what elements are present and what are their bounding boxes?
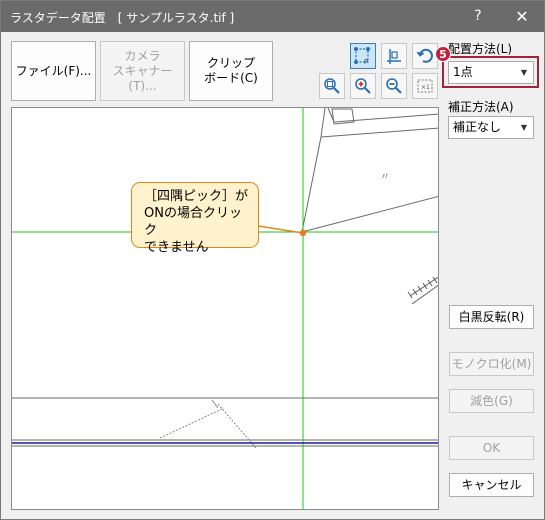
zoom-window-button[interactable] — [319, 73, 345, 99]
raster-preview-canvas[interactable]: 〃 — [11, 107, 439, 510]
base-point-icon — [387, 49, 401, 64]
four-corner-pick-button[interactable]: P — [350, 43, 376, 69]
four-corner-pick-icon: P — [354, 47, 370, 66]
window-title: ラスタデータ配置 [ サンプルラスタ.tif ] — [10, 11, 235, 25]
file-button-label: ファイル(F)... — [15, 63, 92, 78]
close-button[interactable]: ✕ — [500, 1, 544, 32]
clipboard-button[interactable]: クリップ ボード(C) — [189, 41, 273, 101]
correction-method-value: 補正なし — [453, 120, 502, 134]
correction-method-select[interactable]: 補正なし ▼ — [448, 116, 534, 139]
reduce-colors-button[interactable]: 減色(G) — [449, 389, 534, 413]
zoom-in-icon — [355, 78, 371, 94]
invert-bw-button[interactable]: 白黒反転(R) — [449, 305, 534, 329]
base-point-button[interactable] — [381, 43, 407, 69]
file-button[interactable]: ファイル(F)... — [11, 41, 96, 101]
correction-method-label: 補正方法(A) — [448, 100, 514, 114]
title-bar: ラスタデータ配置 [ サンプルラスタ.tif ] ? ✕ — [1, 1, 544, 32]
dimension-text-strokes — [159, 399, 257, 449]
undo-button[interactable] — [412, 43, 438, 69]
camera-scanner-button[interactable]: カメラ スキャナー(T)... — [100, 41, 185, 101]
zoom-all-button[interactable]: ×1 — [412, 73, 438, 99]
crosshair — [12, 108, 438, 509]
callout-note: ［四隅ピック］が ONの場合クリック できません — [131, 182, 259, 255]
placement-highlight-frame — [442, 56, 539, 88]
clipboard-button-label-line1: クリップ — [206, 56, 255, 70]
callout-line3: できません — [144, 240, 209, 255]
camera-button-label-line2: スキャナー(T)... — [112, 63, 173, 93]
zoom-out-button[interactable] — [381, 73, 407, 99]
placement-method-label: 配置方法(L) — [448, 42, 513, 56]
clipboard-button-label-line2: ボード(C) — [204, 71, 258, 85]
camera-button-label-line1: カメラ — [124, 48, 161, 63]
hatch-pattern — [407, 276, 438, 305]
callout-line2: ONの場合クリック — [144, 206, 242, 238]
drawing-mark: 〃 — [380, 172, 390, 183]
monochrome-button[interactable]: モノクロ化(M) — [449, 352, 534, 376]
undo-icon — [416, 48, 433, 63]
zoom-in-button[interactable] — [350, 73, 376, 99]
chevron-down-icon: ▼ — [520, 123, 527, 132]
help-button[interactable]: ? — [456, 1, 500, 32]
zoom-out-icon — [386, 78, 402, 94]
pick-point-marker — [299, 229, 307, 237]
raster-drawing: 〃 — [12, 108, 438, 509]
svg-text:×1: ×1 — [421, 84, 430, 91]
callout-line1: ［四隅ピック］が — [144, 189, 249, 204]
zoom-window-icon — [324, 78, 340, 94]
svg-text:P: P — [364, 58, 368, 66]
step-badge: 5 — [435, 46, 451, 62]
ok-button[interactable]: OK — [449, 436, 534, 460]
cancel-button[interactable]: キャンセル — [449, 473, 534, 497]
zoom-all-icon: ×1 — [417, 79, 433, 93]
raster-placement-dialog: ラスタデータ配置 [ サンプルラスタ.tif ] ? ✕ ファイル(F)... … — [0, 0, 545, 520]
